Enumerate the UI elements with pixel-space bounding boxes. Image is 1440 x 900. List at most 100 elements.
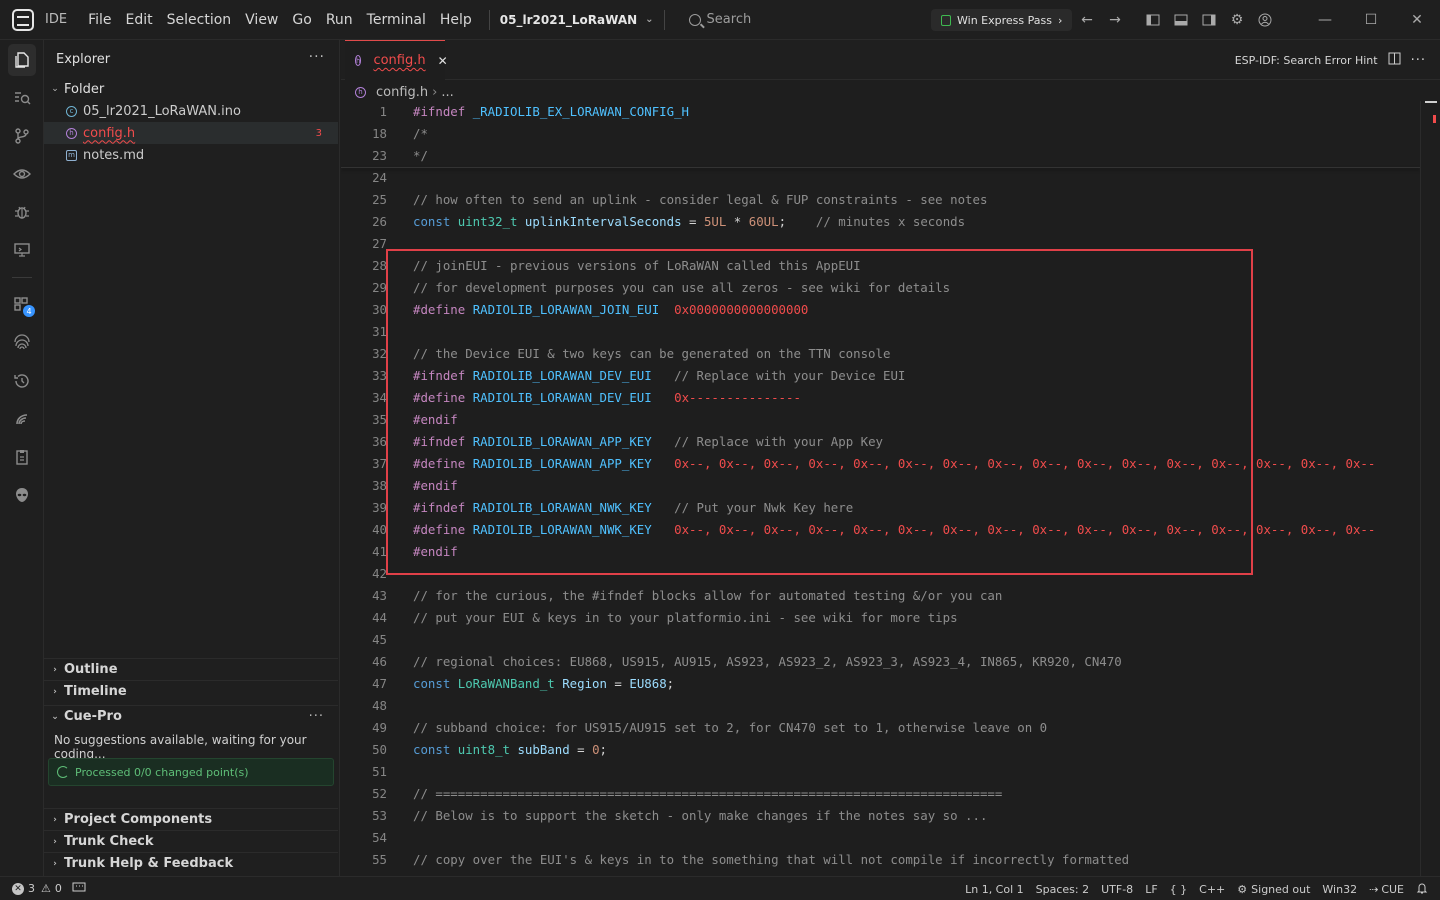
toggle-secondary-sidebar-icon[interactable]: [1202, 13, 1216, 27]
folder-root[interactable]: ⌄ Folder: [44, 78, 338, 100]
more-actions-icon[interactable]: ···: [1411, 53, 1426, 68]
code-line[interactable]: 18 /*: [341, 123, 1420, 145]
code-line[interactable]: 45: [341, 629, 1420, 651]
breadcrumb-symbol[interactable]: ...: [441, 85, 453, 100]
code-line[interactable]: 35 #endif: [341, 409, 1420, 431]
code-line[interactable]: 26 const uint32_t uplinkIntervalSeconds =…: [341, 211, 1420, 233]
notifications-bell-icon[interactable]: [1416, 882, 1428, 897]
tab-config-h[interactable]: h config.h ✕: [345, 40, 448, 80]
maximize-icon[interactable]: ☐: [1348, 0, 1394, 40]
account-status[interactable]: ⚙ Signed out: [1237, 883, 1310, 896]
alien-icon[interactable]: [0, 476, 44, 514]
code-line[interactable]: 46 // regional choices: EU868, US915, AU9…: [341, 651, 1420, 673]
code-line[interactable]: 32 // the Device EUI & two keys can be ge…: [341, 343, 1420, 365]
code-line[interactable]: 50 const uint8_t subBand = 0;: [341, 739, 1420, 761]
toggle-panel-icon[interactable]: [1174, 13, 1188, 27]
section-trunk-help[interactable]: › Trunk Help & Feedback: [44, 852, 338, 874]
menu-selection[interactable]: Selection: [160, 0, 239, 40]
remote-monitor-icon[interactable]: [0, 231, 44, 269]
explorer-icon[interactable]: [0, 41, 44, 79]
cue-status-item[interactable]: ⇢ CUE: [1369, 883, 1404, 896]
code-line[interactable]: 54: [341, 827, 1420, 849]
cursor-position[interactable]: Ln 1, Col 1: [965, 883, 1024, 896]
section-project-components[interactable]: › Project Components: [44, 808, 338, 830]
menu-view[interactable]: View: [238, 0, 285, 40]
code-line[interactable]: 52 // ===================================…: [341, 783, 1420, 805]
indentation[interactable]: Spaces: 2: [1036, 883, 1089, 896]
more-actions-icon[interactable]: ···: [309, 49, 325, 65]
file-item-notes[interactable]: m notes.md: [44, 144, 338, 166]
menu-go[interactable]: Go: [285, 0, 318, 40]
menu-terminal[interactable]: Terminal: [360, 0, 433, 40]
menu-help[interactable]: Help: [433, 0, 479, 40]
espressif-icon[interactable]: [0, 400, 44, 438]
file-item-config[interactable]: h config.h 3: [44, 122, 338, 144]
line-endings[interactable]: LF: [1145, 883, 1157, 896]
minimize-icon[interactable]: —: [1302, 0, 1348, 40]
code-line[interactable]: 51: [341, 761, 1420, 783]
command-search[interactable]: Search: [688, 12, 751, 27]
language-mode[interactable]: C++: [1199, 883, 1225, 896]
code-line[interactable]: 25 // how often to send an uplink - consi…: [341, 189, 1420, 211]
code-line[interactable]: 47 const LoRaWANBand_t Region = EU868;: [341, 673, 1420, 695]
ports-icon[interactable]: [72, 882, 86, 895]
encoding[interactable]: UTF-8: [1101, 883, 1133, 896]
code-line[interactable]: 38 #endif: [341, 475, 1420, 497]
source-control-icon[interactable]: [0, 117, 44, 155]
menu-file[interactable]: File: [81, 0, 118, 40]
express-pass-button[interactable]: Win Express Pass ›: [931, 9, 1073, 31]
code-line[interactable]: 36 #ifndef RADIOLIB_LORAWAN_APP_KEY // Re…: [341, 431, 1420, 453]
code-line[interactable]: 23 */: [341, 145, 1420, 167]
arrow-left-icon[interactable]: ←: [1080, 12, 1094, 28]
esp-idf-search-error-hint[interactable]: ESP-IDF: Search Error Hint: [1235, 54, 1378, 67]
debug-bug-icon[interactable]: [0, 193, 44, 231]
braces-icon[interactable]: { }: [1170, 883, 1188, 896]
code-line[interactable]: 29 // for development purposes you can us…: [341, 277, 1420, 299]
close-window-icon[interactable]: ✕: [1394, 0, 1440, 40]
toggle-sidebar-icon[interactable]: [1146, 13, 1160, 27]
code-line[interactable]: 53 // Below is to support the sketch - on…: [341, 805, 1420, 827]
code-line[interactable]: 28 // joinEUI - previous versions of LoRa…: [341, 255, 1420, 277]
menu-run[interactable]: Run: [319, 0, 360, 40]
code-line[interactable]: 24: [341, 167, 1420, 189]
code-line[interactable]: 43 // for the curious, the #ifndef blocks…: [341, 585, 1420, 607]
editor-scrollbar[interactable]: [1420, 101, 1440, 876]
section-trunk-check[interactable]: › Trunk Check: [44, 830, 338, 852]
section-cue-pro[interactable]: ⌄ Cue-Pro ···: [44, 705, 338, 727]
search-files-icon[interactable]: [0, 79, 44, 117]
clipboard-icon[interactable]: [0, 438, 44, 476]
code-line[interactable]: 31: [341, 321, 1420, 343]
code-line[interactable]: 44 // put your EUI & keys in to your plat…: [341, 607, 1420, 629]
code-line[interactable]: 1 #ifndef _RADIOLIB_EX_LORAWAN_CONFIG_H: [341, 101, 1420, 123]
code-line[interactable]: 34 #define RADIOLIB_LORAWAN_DEV_EUI 0x---…: [341, 387, 1420, 409]
code-line[interactable]: 40 #define RADIOLIB_LORAWAN_NWK_KEY 0x--,…: [341, 519, 1420, 541]
problems-indicator[interactable]: ✕ 3 ⚠ 0: [12, 882, 86, 895]
section-outline[interactable]: › Outline: [44, 658, 338, 680]
fingerprint-icon[interactable]: [0, 324, 44, 362]
arrow-right-icon[interactable]: →: [1108, 12, 1122, 28]
code-line[interactable]: 49 // subband choice: for US915/AU915 set…: [341, 717, 1420, 739]
project-selector[interactable]: 05_lr2021_LoRaWAN ⌄: [500, 13, 654, 27]
code-line[interactable]: 27: [341, 233, 1420, 255]
platform[interactable]: Win32: [1322, 883, 1357, 896]
code-line[interactable]: 39 #ifndef RADIOLIB_LORAWAN_NWK_KEY // Pu…: [341, 497, 1420, 519]
file-item-ino[interactable]: c 05_lr2021_LoRaWAN.ino: [44, 100, 338, 122]
more-actions-icon[interactable]: ···: [309, 709, 324, 724]
breadcrumb-file[interactable]: config.h: [376, 85, 428, 100]
code-line[interactable]: 48: [341, 695, 1420, 717]
code-line[interactable]: 33 #ifndef RADIOLIB_LORAWAN_DEV_EUI // Re…: [341, 365, 1420, 387]
settings-gear-icon[interactable]: ⚙: [1230, 12, 1244, 28]
code-line[interactable]: 37 #define RADIOLIB_LORAWAN_APP_KEY 0x--,…: [341, 453, 1420, 475]
code-line[interactable]: 41 #endif: [341, 541, 1420, 563]
account-icon[interactable]: [1258, 13, 1272, 27]
history-icon[interactable]: [0, 362, 44, 400]
code-line[interactable]: 55 // copy over the EUI's & keys in to th…: [341, 849, 1420, 871]
code-editor[interactable]: 55 // copy over the EUI's & keys in to th…: [341, 101, 1420, 876]
code-line[interactable]: 42: [341, 563, 1420, 585]
split-editor-icon[interactable]: [1388, 52, 1401, 68]
extensions-icon[interactable]: 4: [0, 286, 44, 324]
close-icon[interactable]: ✕: [438, 54, 448, 68]
section-timeline[interactable]: › Timeline: [44, 680, 338, 702]
eye-icon[interactable]: [0, 155, 44, 193]
code-line[interactable]: 30 #define RADIOLIB_LORAWAN_JOIN_EUI 0x00…: [341, 299, 1420, 321]
